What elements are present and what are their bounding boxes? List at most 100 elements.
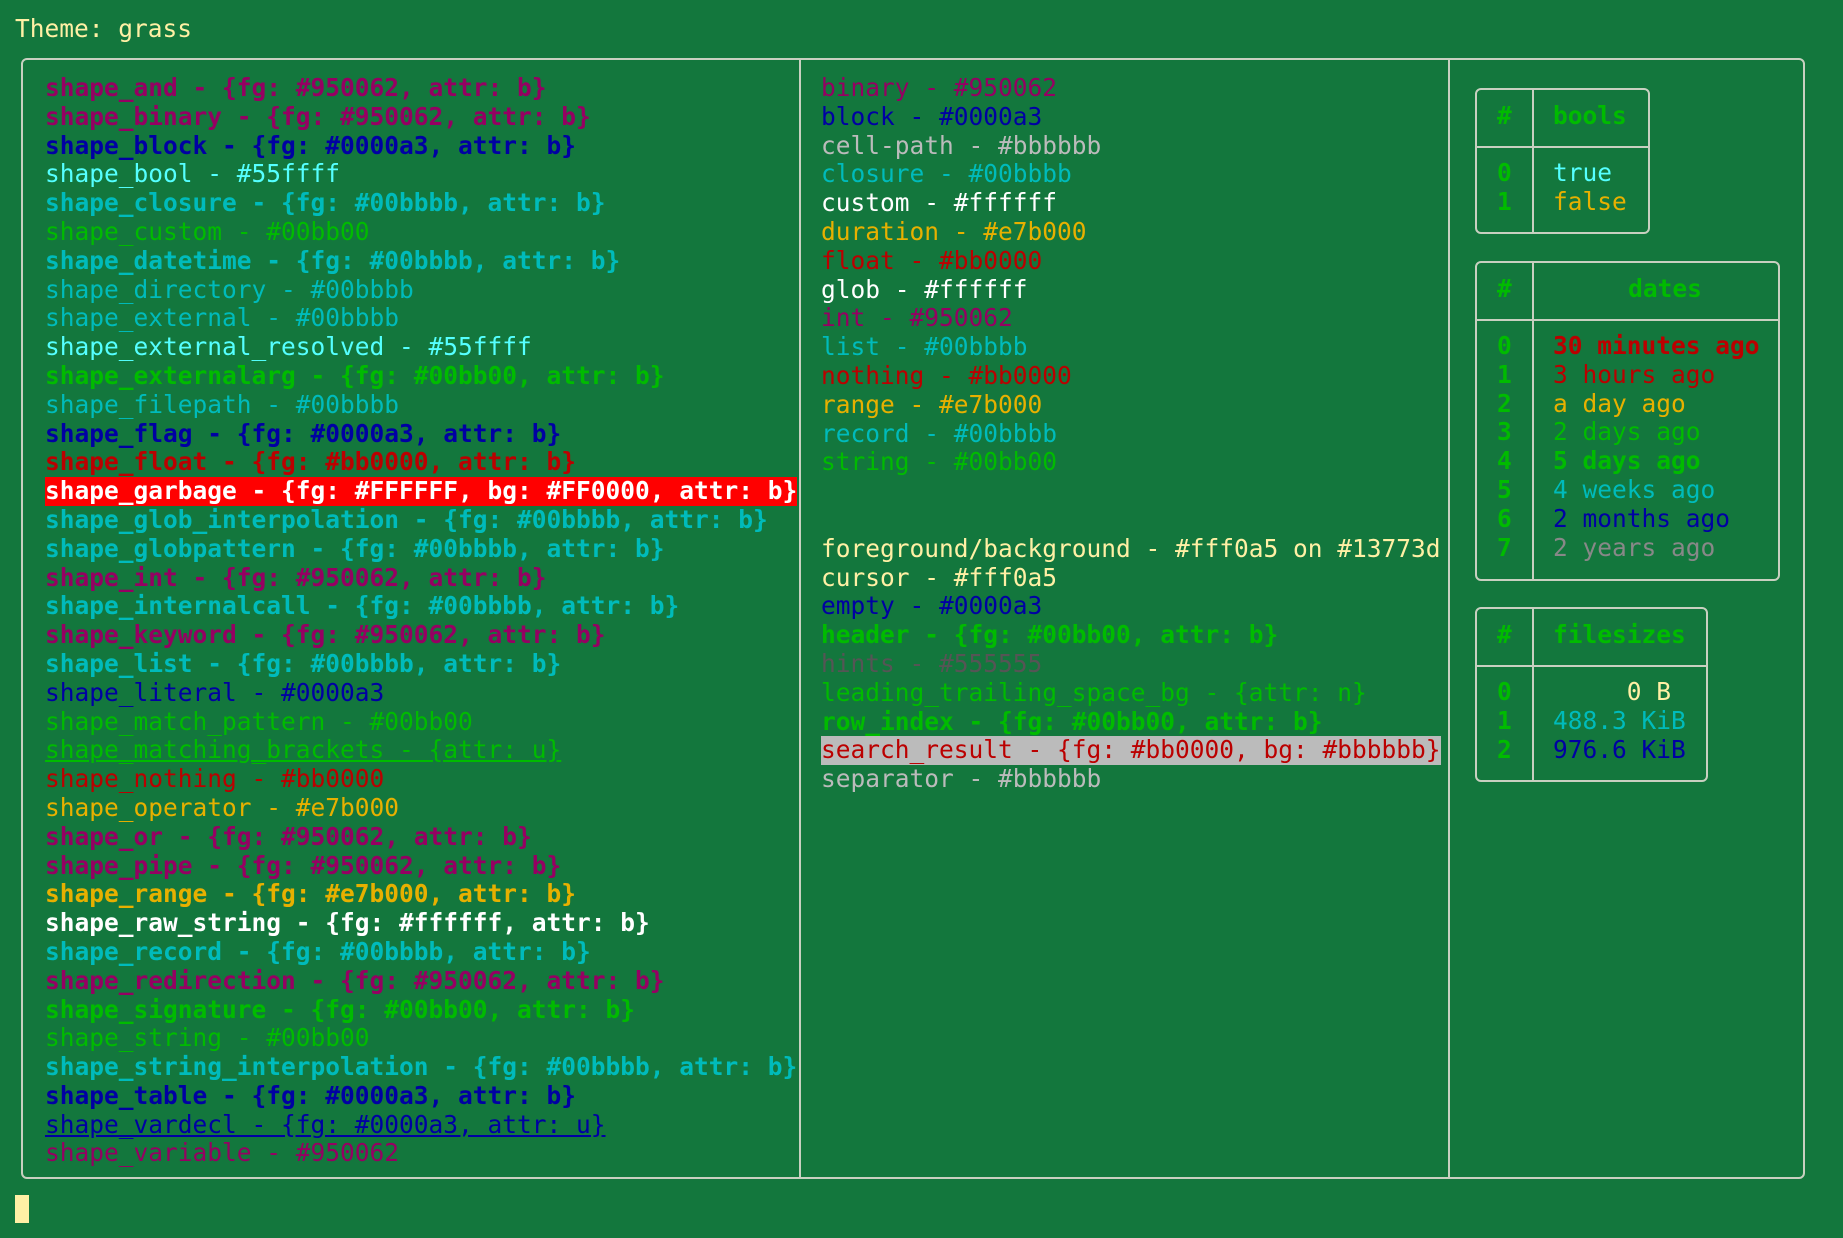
type-color-text: block - #0000a3 bbox=[821, 101, 1043, 131]
row-index: 4 bbox=[1497, 446, 1512, 476]
type-color-text: float - #bb0000 bbox=[821, 245, 1043, 275]
shape-color-line: shape_and - {fg: #950062, attr: b} bbox=[45, 73, 797, 103]
shape-color-line: shape_string_interpolation - {fg: #00bbb… bbox=[45, 1052, 797, 1082]
shape-color-line: shape_garbage - {fg: #FFFFFF, bg: #FF000… bbox=[45, 476, 798, 506]
shape-color-line: shape_globpattern - {fg: #00bbbb, attr: … bbox=[45, 534, 797, 564]
filesizes-value: 0 B bbox=[1553, 677, 1672, 706]
shape-color-line: shape_redirection - {fg: #950062, attr: … bbox=[45, 965, 797, 996]
bools-value: true bbox=[1553, 158, 1613, 187]
shape-color-text: shape_raw_string - {fg: #ffffff, attr: b… bbox=[45, 908, 650, 938]
row-index: 1 bbox=[1497, 705, 1512, 735]
shape-color-text: shape_internalcall - {fg: #00bbbb, attr:… bbox=[45, 591, 680, 621]
shape-color-line: shape_literal - #0000a3 bbox=[45, 678, 797, 708]
shape-color-line: shape_raw_string - {fg: #ffffff, attr: b… bbox=[45, 908, 797, 938]
shape-color-text: shape_flag - {fg: #0000a3, attr: b} bbox=[45, 418, 562, 448]
shape-color-text: shape_table - {fg: #0000a3, attr: b} bbox=[45, 1080, 577, 1110]
type-color-line: float - #bb0000 bbox=[821, 245, 1441, 276]
type-color-line: closure - #00bbbb bbox=[821, 160, 1441, 189]
type-color-line: nothing - #bb0000 bbox=[821, 360, 1441, 391]
type-color-line: list - #00bbbb bbox=[821, 332, 1441, 362]
shape-color-line: shape_match_pattern - #00bb00 bbox=[45, 706, 797, 737]
row-index: 0 bbox=[1497, 677, 1512, 706]
shape-color-line: shape_or - {fg: #950062, attr: b} bbox=[45, 822, 797, 852]
ui-color-text: foreground/background - #fff0a5 on #1377… bbox=[821, 533, 1441, 563]
shape-color-text: shape_garbage - {fg: #FFFFFF, bg: #FF000… bbox=[45, 476, 798, 506]
dates-value: 4 weeks ago bbox=[1553, 475, 1716, 504]
type-color-text: record - #00bbbb bbox=[821, 418, 1058, 448]
type-color-line: record - #00bbbb bbox=[821, 418, 1441, 449]
shape-color-line: shape_float - {fg: #bb0000, attr: b} bbox=[45, 448, 797, 477]
table-header-separator bbox=[1477, 146, 1648, 148]
shape-color-line: shape_record - {fg: #00bbbb, attr: b} bbox=[45, 937, 797, 967]
shape-color-text: shape_externalarg - {fg: #00bb00, attr: … bbox=[45, 360, 665, 390]
ui-color-line: cursor - #fff0a5 bbox=[821, 563, 1441, 593]
shape-color-line: shape_nothing - #bb0000 bbox=[45, 764, 797, 794]
shape-color-text: shape_and - {fg: #950062, attr: b} bbox=[45, 73, 547, 102]
type-color-text: nothing - #bb0000 bbox=[821, 360, 1072, 390]
shape-color-line: shape_variable - #950062 bbox=[45, 1139, 797, 1168]
shape-color-line: shape_directory - #00bbbb bbox=[45, 275, 797, 305]
shape-color-text: shape_block - {fg: #0000a3, attr: b} bbox=[45, 130, 577, 160]
shape-color-line: shape_flag - {fg: #0000a3, attr: b} bbox=[45, 418, 797, 449]
shape-color-text: shape_nothing - #bb0000 bbox=[45, 764, 385, 794]
ui-color-line: empty - #0000a3 bbox=[821, 592, 1441, 621]
shape-color-line: shape_datetime - {fg: #00bbbb, attr: b} bbox=[45, 246, 797, 276]
type-color-text: int - #950062 bbox=[821, 303, 1013, 333]
shape-color-text: shape_vardecl - {fg: #0000a3, attr: u} bbox=[45, 1109, 606, 1139]
row-index: 5 bbox=[1497, 475, 1512, 504]
ui-color-line: search_result - {fg: #bb0000, bg: #bbbbb… bbox=[821, 735, 1441, 766]
shape-color-text: shape_matching_brackets - {attr: u} bbox=[45, 735, 562, 765]
row-index: 0 bbox=[1497, 331, 1512, 360]
shape-color-line: shape_pipe - {fg: #950062, attr: b} bbox=[45, 851, 797, 881]
terminal-cursor bbox=[15, 1195, 29, 1223]
shape-color-text: shape_operator - #e7b000 bbox=[45, 792, 400, 822]
shape-color-text: shape_glob_interpolation - {fg: #00bbbb,… bbox=[45, 504, 768, 534]
row-index: 2 bbox=[1497, 734, 1512, 764]
index-header: # bbox=[1497, 101, 1512, 130]
type-ui-colors-column: binary - #950062 block - #0000a3 cell-path… bbox=[821, 73, 1441, 794]
shape-color-line: shape_range - {fg: #e7b000, attr: b} bbox=[45, 880, 797, 909]
ui-color-line: leading_trailing_space_bg - {attr: n} bbox=[821, 677, 1441, 708]
shape-color-text: shape_redirection - {fg: #950062, attr: … bbox=[45, 965, 665, 995]
type-color-line: string - #00bb00 bbox=[821, 448, 1441, 477]
ui-colors-list: foreground/background - #fff0a5 on #1377… bbox=[821, 533, 1441, 794]
shape-color-line: shape_matching_brackets - {attr: u} bbox=[45, 736, 797, 765]
ui-color-text: leading_trailing_space_bg - {attr: n} bbox=[821, 677, 1367, 707]
shape-color-line: shape_vardecl - {fg: #0000a3, attr: u} bbox=[45, 1109, 797, 1140]
table-index-separator bbox=[1532, 609, 1534, 780]
shape-color-text: shape_external - #00bbbb bbox=[45, 303, 400, 333]
filesizes-table: # filesizes 0 0 B 1 488.3 KiB 2 976.6 KiB bbox=[1475, 607, 1708, 782]
type-color-text: list - #00bbbb bbox=[821, 332, 1028, 362]
ui-color-text: separator - #bbbbbb bbox=[821, 764, 1102, 794]
type-color-text: duration - #e7b000 bbox=[821, 216, 1087, 246]
outer-table-frame: shape_and - {fg: #950062, attr: b} shape_… bbox=[21, 58, 1805, 1179]
type-color-line: glob - #ffffff bbox=[821, 275, 1441, 305]
type-color-text: cell-path - #bbbbbb bbox=[821, 130, 1102, 160]
shape-color-text: shape_custom - #00bb00 bbox=[45, 216, 370, 246]
column-separator-2 bbox=[1448, 60, 1450, 1177]
shape-color-line: shape_closure - {fg: #00bbbb, attr: b} bbox=[45, 188, 797, 218]
shape-color-line: shape_custom - #00bb00 bbox=[45, 216, 797, 247]
type-color-line: custom - #ffffff bbox=[821, 188, 1441, 218]
ui-color-line: hints - #555555 bbox=[821, 649, 1441, 679]
type-color-line: block - #0000a3 bbox=[821, 101, 1441, 132]
type-color-line: range - #e7b000 bbox=[821, 390, 1441, 420]
type-color-line: int - #950062 bbox=[821, 304, 1441, 333]
shape-color-line: shape_external_resolved - #55ffff bbox=[45, 332, 797, 362]
index-header: # bbox=[1497, 274, 1512, 303]
row-index: 0 bbox=[1497, 158, 1512, 187]
shape-color-text: shape_keyword - {fg: #950062, attr: b} bbox=[45, 620, 606, 650]
ui-color-text: search_result - {fg: #bb0000, bg: #bbbbb… bbox=[821, 735, 1441, 766]
shape-color-text: shape_filepath - #00bbbb bbox=[45, 389, 400, 419]
row-index: 6 bbox=[1497, 503, 1512, 533]
shape-color-line: shape_signature - {fg: #00bb00, attr: b} bbox=[45, 995, 797, 1025]
column-separator-1 bbox=[799, 60, 801, 1177]
dates-table: # dates 0 30 minutes ago 1 3 hours ago 2 a da… bbox=[1475, 261, 1780, 581]
theme-label: Theme: grass bbox=[15, 14, 193, 43]
shape-color-line: shape_binary - {fg: #950062, attr: b} bbox=[45, 102, 797, 132]
shape-color-text: shape_match_pattern - #00bb00 bbox=[45, 706, 473, 736]
row-index: 1 bbox=[1497, 186, 1512, 216]
row-index: 2 bbox=[1497, 388, 1512, 418]
shape-color-text: shape_external_resolved - #55ffff bbox=[45, 332, 532, 362]
ui-color-line: foreground/background - #fff0a5 on #1377… bbox=[821, 533, 1441, 564]
